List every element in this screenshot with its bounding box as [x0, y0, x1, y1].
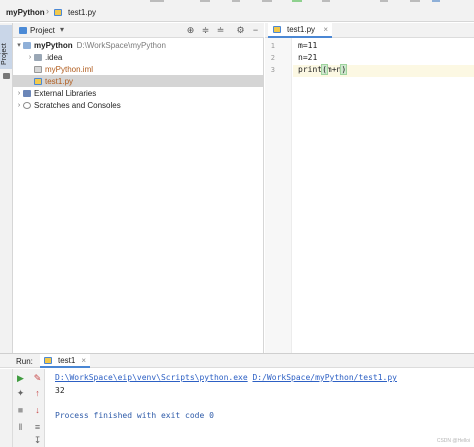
code-editor[interactable]: test1.py × 1 2 3 m=11 n=21 print(m+n)	[265, 23, 474, 353]
tree-item-label: myPython	[34, 40, 73, 50]
navigation-bar: myPython › test1.py	[0, 0, 474, 22]
console-script-link[interactable]: D:/WorkSpace/myPython/test1.py	[252, 373, 397, 382]
watermark: CSDN @Helloi	[436, 438, 470, 444]
tree-item-test1[interactable]: test1.py	[13, 75, 264, 87]
run-label: Run:	[16, 357, 33, 366]
scratch-icon	[23, 101, 31, 109]
chevron-right-icon[interactable]: ›	[15, 90, 23, 97]
tree-item-root[interactable]: ▾ myPython D:\WorkSpace\myPython	[13, 39, 264, 51]
folder-icon	[23, 41, 31, 49]
structure-icon[interactable]	[3, 73, 10, 79]
project-tool-tab-label: Project	[1, 43, 8, 65]
code-line-1[interactable]: m=11	[298, 41, 317, 50]
tree-item-idea[interactable]: › .idea	[13, 51, 264, 63]
close-icon[interactable]: ×	[81, 356, 86, 365]
locate-icon[interactable]: ⊕	[185, 25, 196, 36]
editor-tab-label: test1.py	[287, 25, 316, 34]
tree-item-label: Scratches and Consoles	[34, 100, 121, 110]
console-command-line: D:\WorkSpace\eip\venv\Scripts\python.exe…	[55, 373, 397, 382]
run-tool-window-header: Run: test1 ×	[0, 353, 474, 368]
breadcrumb-separator-icon: ›	[46, 6, 49, 16]
gear-icon[interactable]: ⚙	[235, 25, 246, 36]
chevron-right-icon[interactable]: ›	[26, 54, 34, 61]
code-token-function: print	[298, 65, 323, 74]
run-console[interactable]: D:\WorkSpace\eip\venv\Scripts\python.exe…	[46, 369, 474, 447]
chevron-right-icon[interactable]: ›	[15, 102, 23, 109]
left-tool-strip: Project	[0, 23, 13, 353]
collapse-all-icon[interactable]: ≐	[215, 25, 226, 36]
tree-item-label: .idea	[45, 52, 63, 62]
code-line-3[interactable]: print(m+n)	[298, 64, 348, 75]
project-panel-header: Project ▾ ⊕ ≑ ≐ ⚙ −	[13, 23, 264, 38]
rerun-icon[interactable]: ▶	[15, 373, 26, 384]
line-number: 2	[270, 54, 275, 62]
project-panel: Project ▾ ⊕ ≑ ≐ ⚙ − ▾ myPython D:\WorkSp…	[13, 23, 264, 353]
tree-item-external-libraries[interactable]: › External Libraries	[13, 87, 264, 99]
line-number: 1	[270, 42, 275, 50]
stop-icon[interactable]: ■	[15, 405, 26, 416]
bracket-match-close: )	[340, 64, 348, 75]
left-tool-strip-bottom	[0, 369, 13, 447]
project-view-icon	[19, 27, 27, 34]
tree-item-iml[interactable]: myPython.iml	[13, 63, 264, 75]
pause-icon[interactable]: ‖	[15, 422, 26, 433]
wrench-icon[interactable]: ✦	[15, 388, 26, 399]
breadcrumb-file[interactable]: test1.py	[54, 8, 96, 17]
arrow-down-icon[interactable]: ↓	[32, 405, 43, 416]
line-number: 3	[270, 66, 275, 74]
arrow-up-icon[interactable]: ↑	[32, 388, 43, 399]
breadcrumb-project[interactable]: myPython	[6, 8, 45, 17]
breadcrumb-file-label: test1.py	[68, 8, 97, 17]
python-file-icon	[273, 26, 281, 33]
console-exit-message: Process finished with exit code 0	[55, 411, 214, 420]
chevron-down-icon[interactable]: ▾	[15, 41, 23, 49]
toolbar-strip	[0, 0, 474, 3]
python-file-icon	[34, 77, 42, 85]
console-output-result: 32	[55, 386, 65, 395]
run-tab-label: test1	[58, 355, 76, 365]
project-tool-tab[interactable]: Project	[0, 25, 12, 69]
console-exe-link[interactable]: D:\WorkSpace\eip\venv\Scripts\python.exe	[55, 373, 248, 382]
project-panel-title[interactable]: Project	[30, 26, 55, 35]
python-file-icon	[44, 356, 52, 364]
hide-panel-icon[interactable]: −	[250, 25, 261, 36]
expand-all-icon[interactable]: ≑	[200, 25, 211, 36]
line-number-gutter: 1 2 3	[265, 38, 292, 353]
run-tab-test1[interactable]: test1 ×	[40, 354, 91, 368]
scroll-end-icon[interactable]: ↧	[32, 435, 43, 446]
libraries-icon	[23, 89, 31, 97]
folder-icon	[34, 53, 42, 61]
close-icon[interactable]: ×	[323, 25, 328, 34]
editor-tab-bar: test1.py ×	[265, 23, 474, 38]
editor-tab-test1[interactable]: test1.py ×	[268, 23, 332, 38]
tree-item-label: External Libraries	[34, 88, 97, 98]
soft-wrap-icon[interactable]: ≡	[32, 422, 43, 433]
iml-file-icon	[34, 65, 42, 73]
run-toolbar: ▶ ✎ ✦ ↑ ■ ↓ ‖ ≡ ↧	[13, 369, 45, 447]
code-token-args: m+n	[326, 65, 342, 74]
tree-item-label: test1.py	[45, 76, 74, 86]
tree-item-scratches[interactable]: › Scratches and Consoles	[13, 99, 264, 111]
tree-item-path: D:\WorkSpace\myPython	[76, 40, 166, 50]
tree-item-label: myPython.iml	[45, 64, 94, 74]
code-line-2[interactable]: n=21	[298, 53, 317, 62]
edit-config-icon[interactable]: ✎	[32, 373, 43, 384]
chevron-down-icon[interactable]: ▾	[60, 25, 64, 34]
python-file-icon	[54, 9, 62, 16]
